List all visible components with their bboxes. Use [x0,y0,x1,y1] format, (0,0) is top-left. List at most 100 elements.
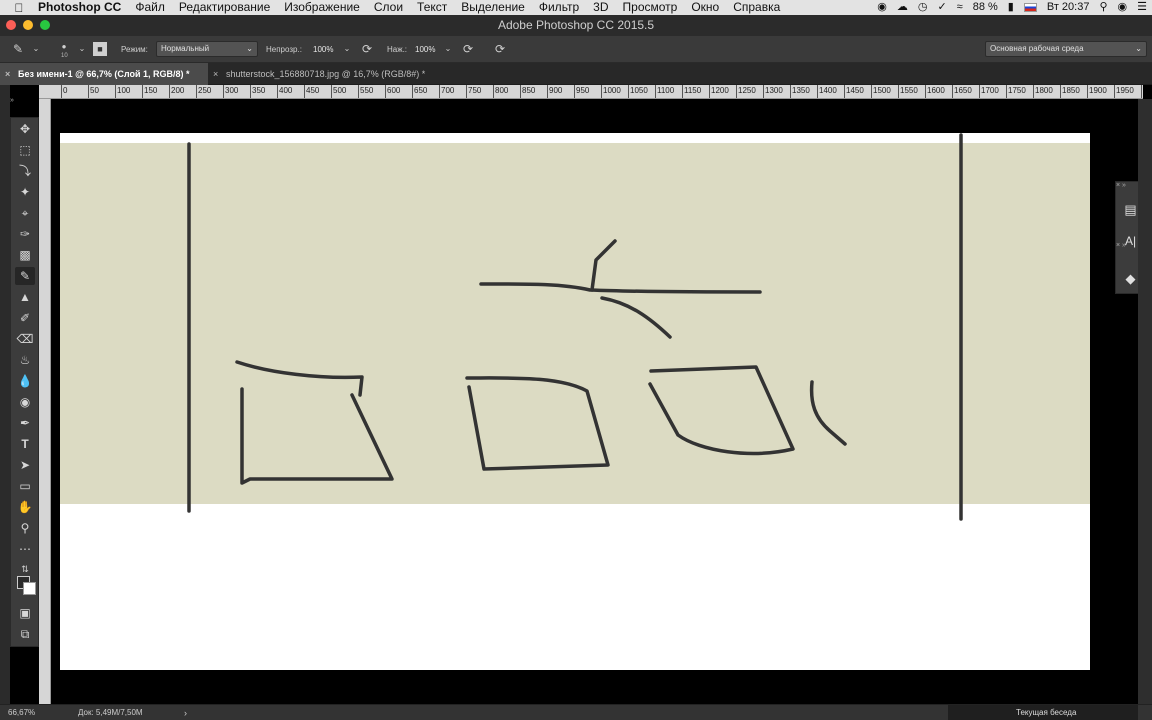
rectangle-tool-icon[interactable]: ▭ [15,477,35,495]
crop-tool-icon[interactable]: ⌖ [15,204,35,222]
russian-flag-icon[interactable] [1023,3,1037,12]
path-selection-tool-icon[interactable]: ➤ [15,456,35,474]
menu-help[interactable]: Справка [726,0,787,15]
siri-icon[interactable]: ◉ [1113,0,1133,15]
cloud-sync-icon[interactable]: ☁ [892,0,913,15]
type-tool-icon[interactable]: T [15,435,35,453]
eraser-tool-icon[interactable]: ⌫ [15,330,35,348]
status-bar: 66,67% Док: 5,49M/7,50M › Текущая беседа [0,704,1152,720]
brush-tool-icon[interactable]: ✎ [15,267,35,285]
more-tools-icon[interactable]: ⋯ [15,540,35,558]
ruler-tick-label: 900 [549,86,563,95]
ruler-tick [331,85,332,98]
toolbar-collapse-handle[interactable]: » [10,97,39,107]
ruler-tick [952,85,953,98]
ruler-tick [520,85,521,98]
window-controls [6,20,50,30]
close-icon[interactable]: × [5,63,10,85]
timemachine-icon[interactable]: ◷ [913,0,933,15]
ruler-tick-label: 300 [225,86,239,95]
opacity-label: Непрозр.: [266,45,302,54]
menu-view[interactable]: Просмотр [616,0,685,15]
menu-3d[interactable]: 3D [586,0,615,15]
wifi-icon[interactable]: ≈ [952,0,968,15]
ruler-tick [898,85,899,98]
airplay-icon[interactable]: ◉ [872,0,892,15]
ruler-tick-label: 1050 [630,86,648,95]
move-tool-icon[interactable]: ✥ [15,120,35,138]
chevron-down-icon[interactable]: ⌄ [74,41,90,57]
hand-tool-icon[interactable]: ✋ [15,498,35,516]
paint-bucket-tool-icon[interactable]: ♨ [15,351,35,369]
ruler-tick-label: 1850 [1062,86,1080,95]
pen-tool-icon[interactable]: ✒ [15,414,35,432]
blend-mode-select[interactable]: Нормальный ⌄ [156,41,258,57]
battery-icon[interactable]: ▮ [1003,0,1019,15]
ruler-tick-label: 1300 [765,86,783,95]
clone-stamp-tool-icon[interactable]: ▲ [15,288,35,306]
mode-label: Режим: [121,45,148,54]
blur-tool-icon[interactable]: 💧 [15,372,35,390]
branch-up-stroke [590,239,617,292]
menu-image[interactable]: Изображение [277,0,367,15]
zoom-tool-icon[interactable]: ⚲ [15,519,35,537]
maximize-window-button[interactable] [40,20,50,30]
menu-app-name[interactable]: Photoshop CC [38,0,128,15]
ruler-tick [1087,85,1088,98]
current-conversation[interactable]: Текущая беседа [948,705,1138,720]
ruler-tick [466,85,467,98]
apple-icon[interactable]:  [0,1,38,15]
quick-mask-icon[interactable]: ▣ [15,604,35,622]
vertical-ruler [39,99,51,704]
zoom-level[interactable]: 66,67% [8,705,35,720]
menu-window[interactable]: Окно [684,0,726,15]
chevron-down-icon[interactable]: ⌄ [28,41,44,57]
tab-shutterstock[interactable]: × shutterstock_156880718.jpg @ 16,7% (RG… [208,63,458,85]
workspace-select[interactable]: Основная рабочая среда ⌄ [985,41,1147,57]
check-circle-icon[interactable]: ✓ [932,0,951,15]
chevron-down-icon[interactable]: ⌄ [440,41,456,57]
background-color-swatch[interactable] [23,582,36,595]
pressure-value[interactable]: 100% [415,36,435,63]
close-window-button[interactable] [6,20,16,30]
ruler-tick [979,85,980,98]
history-brush-tool-icon[interactable]: ✐ [15,309,35,327]
color-swatches[interactable] [17,576,39,598]
brush-preset-icon[interactable]: ✎ [10,41,26,57]
top-horizontal-stroke [479,282,762,294]
close-icon[interactable]: × [213,63,218,85]
menu-filter[interactable]: Фильтр [532,0,586,15]
ruler-tick-label: 1500 [873,86,891,95]
ruler-tick [1060,85,1061,98]
magic-wand-tool-icon[interactable]: ✦ [15,183,35,201]
brush-panel-toggle-icon[interactable]: ■ [93,42,107,56]
ruler-tick-label: 1450 [846,86,864,95]
chevron-right-icon[interactable]: › [184,705,187,720]
airbrush-icon[interactable]: ⟳ [460,41,476,57]
dodge-tool-icon[interactable]: ◉ [15,393,35,411]
lasso-tool-icon[interactable]: ⤵ [15,162,35,180]
screen-mode-icon[interactable]: ⧉ [15,625,35,643]
marquee-tool-icon[interactable]: ⬚ [15,141,35,159]
menu-select[interactable]: Выделение [454,0,532,15]
tab-untitled-1[interactable]: × Без имени-1 @ 66,7% (Слой 1, RGB/8) * [0,63,208,85]
patch-tool-icon[interactable]: ▩ [15,246,35,264]
menu-type[interactable]: Текст [410,0,454,15]
pressure-opacity-icon[interactable]: ⟳ [359,41,375,57]
chevron-down-icon[interactable]: ⌄ [339,41,355,57]
eyedropper-tool-icon[interactable]: ✑ [15,225,35,243]
spotlight-search-icon[interactable]: ⚲ [1094,0,1112,15]
menubar-status-area: ◉ ☁ ◷ ✓ ≈ 88 % ▮ Вт 20:37 ⚲ ◉ ☰ [872,0,1152,15]
opacity-value[interactable]: 100% [313,36,333,63]
menubar-clock[interactable]: Вт 20:37 [1042,0,1095,15]
battery-percent[interactable]: 88 % [968,0,1003,15]
chevron-down-icon: ⌄ [246,44,253,53]
menu-file[interactable]: Файл [128,0,172,15]
ruler-tick [493,85,494,98]
pressure-size-icon[interactable]: ⟳ [492,41,508,57]
menu-edit[interactable]: Редактирование [172,0,277,15]
ruler-tick-label: 500 [333,86,347,95]
notification-center-icon[interactable]: ☰ [1132,0,1152,15]
minimize-window-button[interactable] [23,20,33,30]
menu-layers[interactable]: Слои [367,0,410,15]
